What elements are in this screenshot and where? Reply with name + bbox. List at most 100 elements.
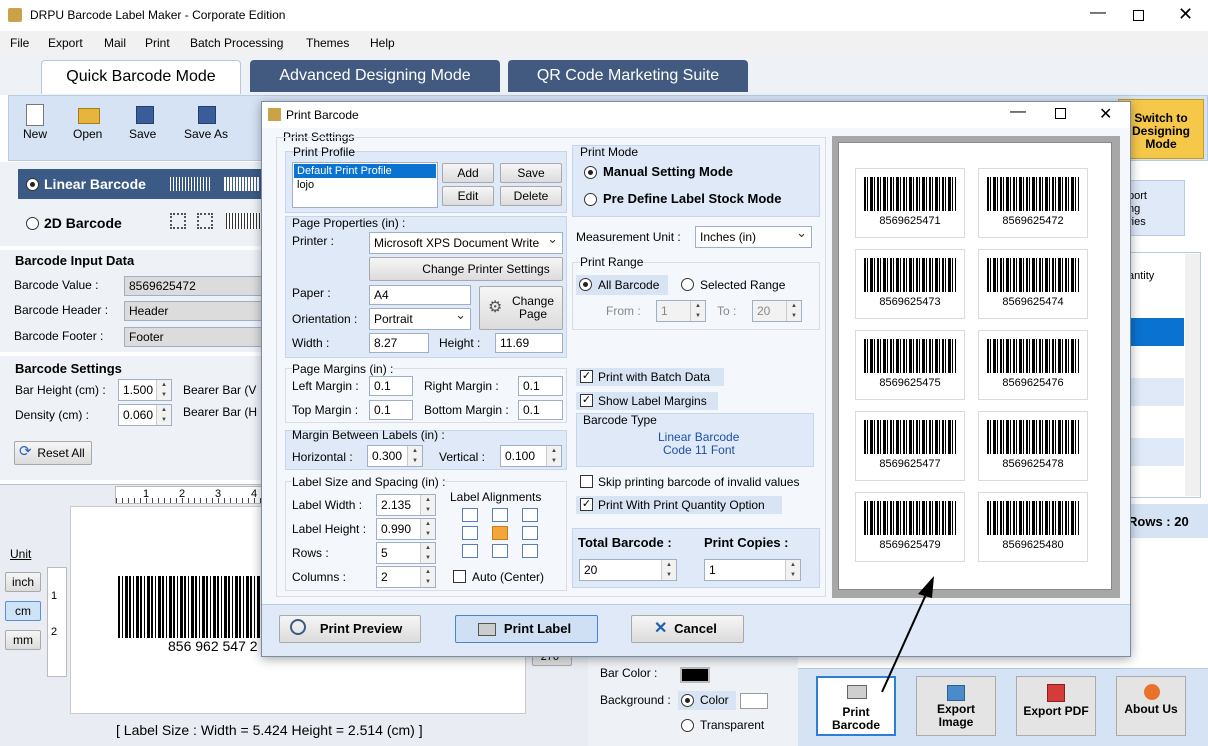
- dialog-minimize-button[interactable]: —: [1010, 103, 1026, 121]
- barcode-footer-input[interactable]: Footer: [124, 327, 264, 347]
- unit-cm-button[interactable]: cm: [5, 601, 41, 621]
- page-width-input[interactable]: 8.27: [369, 333, 429, 353]
- align-bottom-center-icon[interactable]: [492, 544, 508, 558]
- batch-data-checkbox[interactable]: ✓: [580, 370, 593, 383]
- unit-mm-button[interactable]: mm: [5, 630, 41, 650]
- all-barcode-radio[interactable]: [579, 278, 592, 291]
- predefine-mode-label[interactable]: Pre Define Label Stock Mode: [603, 191, 781, 206]
- label-height-spin[interactable]: 0.990: [376, 518, 436, 540]
- align-top-left-icon[interactable]: [462, 508, 478, 522]
- print-qty-option[interactable]: ✓ Print With Print Quantity Option: [576, 496, 782, 514]
- range-to-spin[interactable]: 20: [752, 300, 802, 322]
- bar-color-swatch[interactable]: [680, 667, 710, 683]
- top-margin-input[interactable]: 0.1: [369, 400, 413, 420]
- align-middle-right-icon[interactable]: [522, 526, 538, 540]
- background-color-swatch[interactable]: [740, 693, 768, 709]
- cancel-button[interactable]: ✕ Cancel: [631, 615, 744, 643]
- transparent-label[interactable]: Transparent: [700, 718, 764, 732]
- profile-edit-button[interactable]: Edit: [442, 186, 494, 206]
- tab-quick-barcode[interactable]: Quick Barcode Mode: [41, 60, 241, 94]
- density-spin[interactable]: 0.060: [118, 404, 172, 426]
- batch-data-option[interactable]: ✓ Print with Batch Data: [576, 368, 724, 386]
- vertical-spin[interactable]: 0.100: [500, 445, 562, 467]
- range-from-spin[interactable]: 1: [656, 300, 706, 322]
- menu-print[interactable]: Print: [145, 36, 170, 50]
- all-barcode-option[interactable]: All Barcode: [576, 275, 668, 295]
- predefine-mode-radio[interactable]: [584, 193, 597, 206]
- manual-mode-radio[interactable]: [584, 166, 597, 179]
- rows-spin[interactable]: 5: [376, 542, 436, 564]
- profile-add-button[interactable]: Add: [442, 163, 494, 183]
- tab-qr-marketing[interactable]: QR Code Marketing Suite: [508, 60, 748, 92]
- orientation-select[interactable]: Portrait: [369, 305, 471, 330]
- show-margins-checkbox[interactable]: ✓: [580, 394, 593, 407]
- paper-input[interactable]: A4: [369, 285, 471, 305]
- 2d-radio[interactable]: [26, 217, 39, 230]
- background-color-option[interactable]: Color: [678, 691, 736, 710]
- align-middle-left-icon[interactable]: [462, 526, 478, 540]
- background-color-radio[interactable]: [681, 694, 694, 707]
- align-bottom-right-icon[interactable]: [522, 544, 538, 558]
- maximize-button[interactable]: [1133, 10, 1144, 21]
- linear-radio[interactable]: [26, 178, 39, 191]
- selected-range-label[interactable]: Selected Range: [700, 278, 785, 292]
- menu-themes[interactable]: Themes: [306, 36, 349, 50]
- barcode-value-input[interactable]: 8569625472: [124, 276, 264, 296]
- menu-batch[interactable]: Batch Processing: [190, 36, 283, 50]
- skip-invalid-checkbox[interactable]: [580, 475, 593, 488]
- total-barcode-spin[interactable]: 20: [579, 559, 677, 581]
- menu-export[interactable]: Export: [48, 36, 83, 50]
- align-top-right-icon[interactable]: [522, 508, 538, 522]
- selected-range-radio[interactable]: [681, 278, 694, 291]
- menu-mail[interactable]: Mail: [104, 36, 126, 50]
- print-label-button[interactable]: Print Label: [455, 615, 598, 643]
- canvas-barcode-bars[interactable]: [118, 576, 278, 638]
- list-row[interactable]: [1126, 378, 1184, 406]
- reset-all-button[interactable]: ⟳ Reset All: [14, 441, 92, 465]
- menu-help[interactable]: Help: [370, 36, 395, 50]
- profile-save-button[interactable]: Save: [500, 163, 562, 183]
- print-copies-spin[interactable]: 1: [704, 559, 801, 581]
- profile-list[interactable]: Default Print Profile lojo: [292, 162, 438, 208]
- close-button[interactable]: ✕: [1178, 4, 1193, 25]
- measurement-unit-select[interactable]: Inches (in): [695, 223, 812, 248]
- bottom-margin-input[interactable]: 0.1: [518, 400, 563, 420]
- bar-height-spin[interactable]: 1.500: [118, 379, 172, 401]
- change-printer-button[interactable]: Change Printer Settings: [369, 257, 563, 281]
- minimize-button[interactable]: —: [1090, 4, 1106, 22]
- label-width-spin[interactable]: 2.135: [376, 494, 436, 516]
- manual-mode-label[interactable]: Manual Setting Mode: [603, 164, 733, 179]
- right-margin-input[interactable]: 0.1: [518, 376, 563, 396]
- list-scrollbar[interactable]: [1185, 254, 1200, 496]
- 2d-barcode-label[interactable]: 2D Barcode: [44, 215, 122, 231]
- change-page-button[interactable]: ⚙ Change Page: [479, 286, 563, 330]
- menu-file[interactable]: File: [10, 36, 29, 50]
- dialog-close-button[interactable]: ✕: [1099, 104, 1112, 124]
- auto-center-checkbox[interactable]: [453, 570, 466, 583]
- skip-invalid-label[interactable]: Skip printing barcode of invalid values: [598, 475, 799, 489]
- profile-item-default[interactable]: Default Print Profile: [294, 164, 436, 178]
- horizontal-spin[interactable]: 0.300: [367, 445, 423, 467]
- save-button[interactable]: Save: [124, 102, 166, 146]
- auto-center-label[interactable]: Auto (Center): [472, 570, 544, 584]
- open-button[interactable]: Open: [68, 102, 110, 146]
- about-us-button[interactable]: About Us: [1116, 676, 1186, 736]
- columns-spin[interactable]: 2: [376, 566, 436, 588]
- list-row-2[interactable]: [1126, 438, 1184, 466]
- linear-barcode-option[interactable]: Linear Barcode: [18, 169, 268, 199]
- list-row-selected[interactable]: [1126, 318, 1184, 346]
- left-margin-input[interactable]: 0.1: [369, 376, 413, 396]
- tab-advanced-designing[interactable]: Advanced Designing Mode: [250, 60, 500, 92]
- align-center-icon[interactable]: [492, 526, 508, 540]
- profile-item-lojo[interactable]: lojo: [297, 179, 314, 191]
- new-button[interactable]: New: [16, 102, 56, 146]
- dialog-maximize-button[interactable]: [1055, 108, 1066, 119]
- unit-inch-button[interactable]: inch: [5, 572, 41, 592]
- show-margins-option[interactable]: ✓ Show Label Margins: [576, 392, 718, 410]
- barcode-header-input[interactable]: Header: [124, 301, 264, 321]
- transparent-radio[interactable]: [681, 719, 694, 732]
- export-pdf-button[interactable]: Export PDF: [1016, 676, 1096, 736]
- printer-select[interactable]: Microsoft XPS Document Write: [369, 232, 563, 254]
- profile-delete-button[interactable]: Delete: [500, 186, 562, 206]
- print-qty-checkbox[interactable]: ✓: [580, 498, 593, 511]
